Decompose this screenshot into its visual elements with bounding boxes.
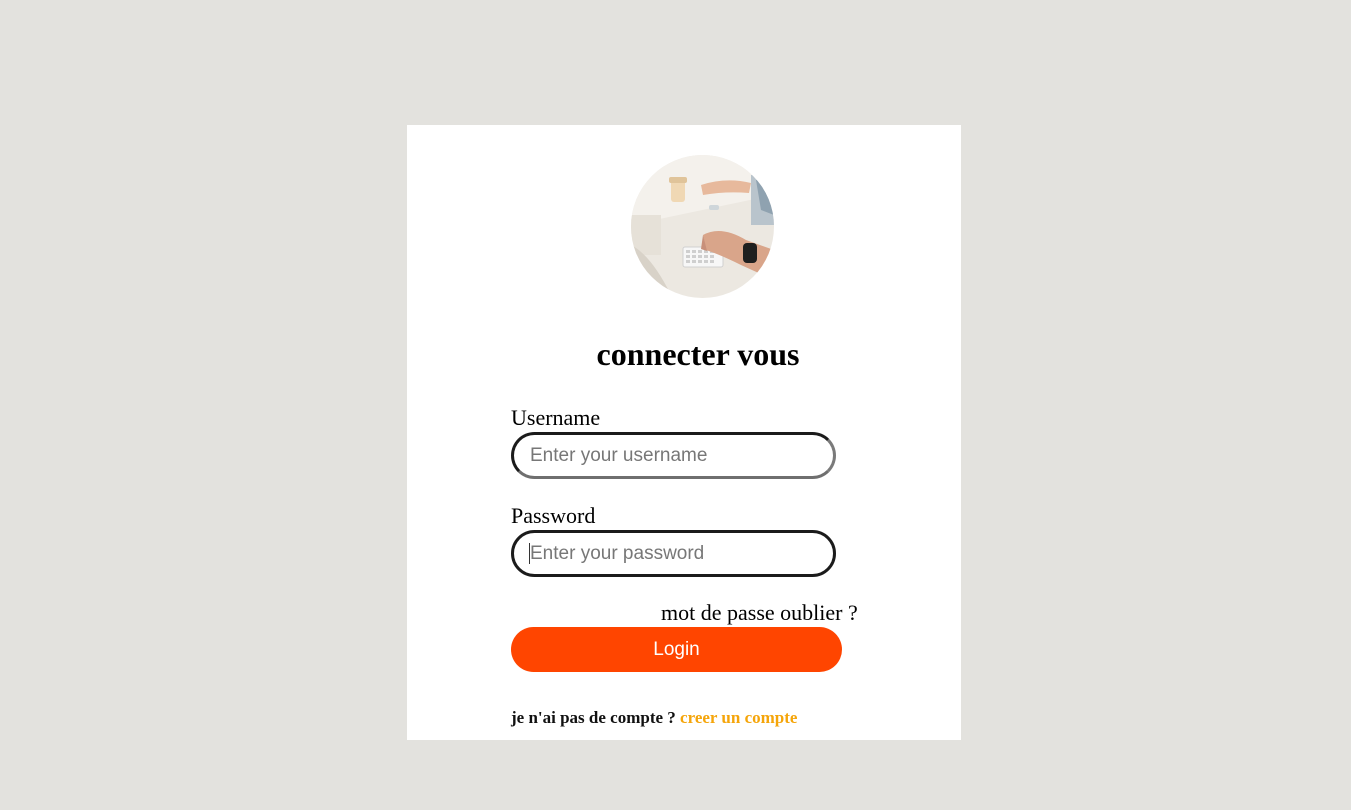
page-title: connecter vous: [596, 336, 800, 372]
signup-prompt: je n'ai pas de compte ? creer un compte: [511, 707, 797, 729]
text-cursor: [529, 543, 530, 564]
password-label: Password: [511, 503, 596, 528]
login-card: connecter vous Username Password mot de …: [407, 125, 961, 740]
avatar-image: [631, 155, 774, 298]
create-account-link[interactable]: creer un compte: [680, 708, 797, 727]
username-label: Username: [511, 405, 601, 430]
login-button[interactable]: Login: [511, 627, 842, 672]
forgot-password-link[interactable]: mot de passe oublier ?: [661, 600, 858, 626]
signup-prompt-text: je n'ai pas de compte ?: [511, 708, 676, 727]
username-input[interactable]: [511, 432, 836, 479]
avatar: [631, 155, 774, 298]
password-input[interactable]: [511, 530, 836, 577]
